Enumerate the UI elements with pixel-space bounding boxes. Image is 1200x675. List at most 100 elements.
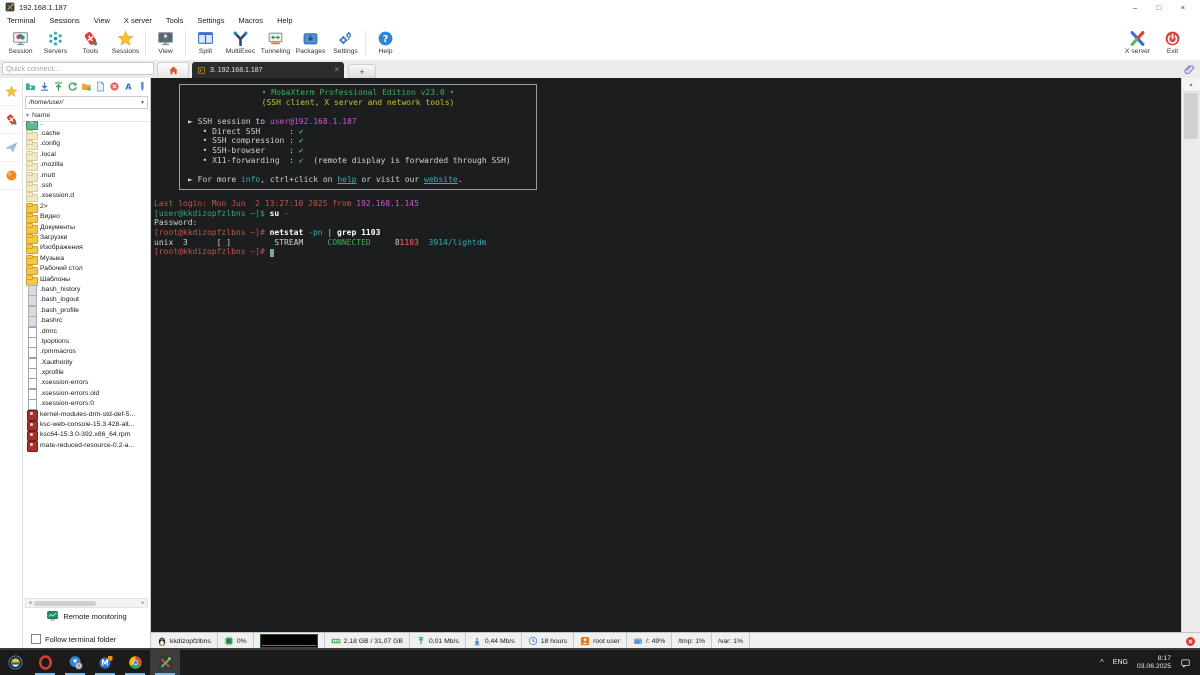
- menu-item-help[interactable]: Help: [277, 16, 292, 25]
- toolbar-servers-button[interactable]: Servers: [38, 27, 73, 60]
- horizontal-scrollbar[interactable]: ◂ ▸: [25, 598, 148, 608]
- edit-button[interactable]: [136, 80, 149, 93]
- toolbar-multiexec-button[interactable]: MultiExec: [223, 27, 258, 60]
- sidebar-tab-tools-panel[interactable]: [0, 106, 22, 134]
- follow-terminal-folder[interactable]: Follow terminal folder: [31, 634, 116, 644]
- scroll-up-icon[interactable]: ▴: [1182, 78, 1200, 92]
- file-row[interactable]: Музыка: [23, 253, 150, 265]
- upload-button[interactable]: [52, 80, 65, 93]
- taskbar-item-m-app[interactable]: M: [90, 650, 120, 675]
- notification-icon[interactable]: [1180, 658, 1191, 668]
- refresh-button[interactable]: [66, 80, 79, 93]
- new-file-button[interactable]: [94, 80, 107, 93]
- file-row[interactable]: Документы: [23, 222, 150, 234]
- toolbar-view-button[interactable]: View: [148, 27, 183, 60]
- toolbar-tools-button[interactable]: Tools: [73, 27, 108, 60]
- file-name: Изображения: [40, 244, 83, 252]
- toolbar-settings-button[interactable]: Settings: [328, 27, 363, 60]
- file-row[interactable]: .xsession-errors:0: [23, 399, 150, 411]
- minimize-button[interactable]: –: [1123, 0, 1147, 14]
- scroll-left-icon[interactable]: ◂: [26, 600, 34, 606]
- file-row[interactable]: .dmrc: [23, 326, 150, 338]
- go-up-button[interactable]: [24, 80, 37, 93]
- file-row[interactable]: .local: [23, 149, 150, 161]
- sidebar-tab-web-panel[interactable]: [0, 162, 22, 190]
- tray-chevron-icon[interactable]: ^: [1100, 658, 1104, 667]
- file-row[interactable]: Шаблоны: [23, 274, 150, 286]
- menu-item-terminal[interactable]: Terminal: [7, 16, 35, 25]
- file-row[interactable]: .Xauthority: [23, 357, 150, 369]
- taskbar-item-clock-app[interactable]: [60, 650, 90, 675]
- file-row[interactable]: Рабочий стол: [23, 263, 150, 276]
- toolbar-packages-button[interactable]: Packages: [293, 27, 328, 60]
- maximize-button[interactable]: □: [1147, 0, 1171, 14]
- taskbar-item-opera[interactable]: [30, 650, 60, 675]
- file-row[interactable]: kernel-modules-drm-std-def-5...: [23, 409, 150, 421]
- terminal-screen[interactable]: • MobaXterm Professional Edition v23.0 •…: [151, 78, 1182, 632]
- file-row[interactable]: .xsession-errors.old: [23, 388, 150, 400]
- tab-close-icon[interactable]: ×: [334, 66, 339, 74]
- file-row[interactable]: ksc64-15.3.0-392.x86_64.rpm: [23, 430, 150, 442]
- file-row[interactable]: .lpoptions: [23, 336, 150, 348]
- toolbar-session-button[interactable]: Session: [3, 27, 38, 60]
- file-row[interactable]: .bash_logout: [23, 295, 150, 307]
- scrollbar-thumb[interactable]: [34, 600, 96, 606]
- file-row[interactable]: .bash_history: [23, 284, 150, 296]
- file-row[interactable]: .cache: [23, 128, 150, 141]
- file-row[interactable]: ..: [23, 118, 150, 130]
- toolbar-split-button[interactable]: Split: [188, 27, 223, 60]
- file-row[interactable]: mate-reduced-resource-0.2-a...: [23, 440, 150, 452]
- path-dropdown[interactable]: /home/user/ ▾: [25, 96, 148, 109]
- file-row[interactable]: .ssh: [23, 180, 150, 193]
- menu-item-macros[interactable]: Macros: [238, 16, 263, 25]
- toolbar-help-button[interactable]: ? Help: [368, 27, 403, 60]
- encoding-button[interactable]: A: [122, 80, 135, 93]
- open-folder-button[interactable]: [80, 80, 93, 93]
- terminal-scrollbar[interactable]: ▴: [1181, 78, 1200, 632]
- follow-checkbox[interactable]: [31, 634, 41, 644]
- tab-session-active[interactable]: 3. 192.168.1.187 ×: [192, 62, 344, 78]
- taskbar-item-mobaxterm[interactable]: [150, 650, 180, 675]
- file-row[interactable]: .config: [23, 139, 150, 151]
- file-row[interactable]: .mozilla: [23, 160, 150, 172]
- file-row[interactable]: Изображения: [23, 243, 150, 255]
- sidebar-tab-sessions-panel[interactable]: [0, 78, 22, 106]
- terminal-scrollbar-thumb[interactable]: [1184, 93, 1198, 139]
- menu-item-view[interactable]: View: [94, 16, 110, 25]
- file-row[interactable]: .bash_profile: [23, 305, 150, 317]
- menu-item-x-server[interactable]: X server: [124, 16, 152, 25]
- sidebar-tab-macros-panel[interactable]: [0, 134, 22, 162]
- delete-button[interactable]: [108, 80, 121, 93]
- toolbar-sessions-button[interactable]: Sessions: [108, 27, 143, 60]
- menu-item-settings[interactable]: Settings: [197, 16, 224, 25]
- toolbar-exit-button[interactable]: Exit: [1155, 27, 1190, 60]
- statusbar-close-button[interactable]: [1185, 636, 1196, 647]
- download-button[interactable]: [38, 80, 51, 93]
- file-row[interactable]: .bashrc: [23, 315, 150, 328]
- file-row[interactable]: .rpmmacros: [23, 347, 150, 359]
- language-indicator[interactable]: ENG: [1113, 659, 1128, 666]
- tab-home[interactable]: [157, 62, 189, 78]
- file-row[interactable]: .xsession.d: [23, 191, 150, 203]
- toolbar-xserver-button[interactable]: X server: [1120, 27, 1155, 60]
- quick-connect-input[interactable]: [2, 62, 154, 75]
- file-row[interactable]: Загрузки: [23, 232, 150, 244]
- file-row[interactable]: ksc-web-console-15.3.428-alt...: [23, 419, 150, 432]
- menu-item-tools[interactable]: Tools: [166, 16, 184, 25]
- new-tab-button[interactable]: +: [348, 64, 376, 78]
- scroll-right-icon[interactable]: ▸: [139, 600, 147, 606]
- file-row[interactable]: .xprofile: [23, 367, 150, 380]
- remote-monitoring-button[interactable]: Remote monitoring: [23, 610, 150, 622]
- file-name: kernel-modules-drm-std-def-5...: [40, 410, 136, 418]
- paperclip-icon[interactable]: [1184, 64, 1195, 75]
- file-row[interactable]: 2>: [23, 201, 150, 213]
- taskbar-item-start[interactable]: [0, 650, 30, 675]
- toolbar-tunneling-button[interactable]: Tunneling: [258, 27, 293, 60]
- file-row[interactable]: .xsession-errors: [23, 378, 150, 390]
- tray-clock[interactable]: 8:17 03.06.2025: [1137, 655, 1171, 671]
- close-button[interactable]: ×: [1171, 0, 1195, 14]
- file-row[interactable]: Видео: [23, 212, 150, 224]
- file-row[interactable]: .mutt: [23, 170, 150, 182]
- taskbar-item-chrome[interactable]: [120, 650, 150, 675]
- menu-item-sessions[interactable]: Sessions: [49, 16, 79, 25]
